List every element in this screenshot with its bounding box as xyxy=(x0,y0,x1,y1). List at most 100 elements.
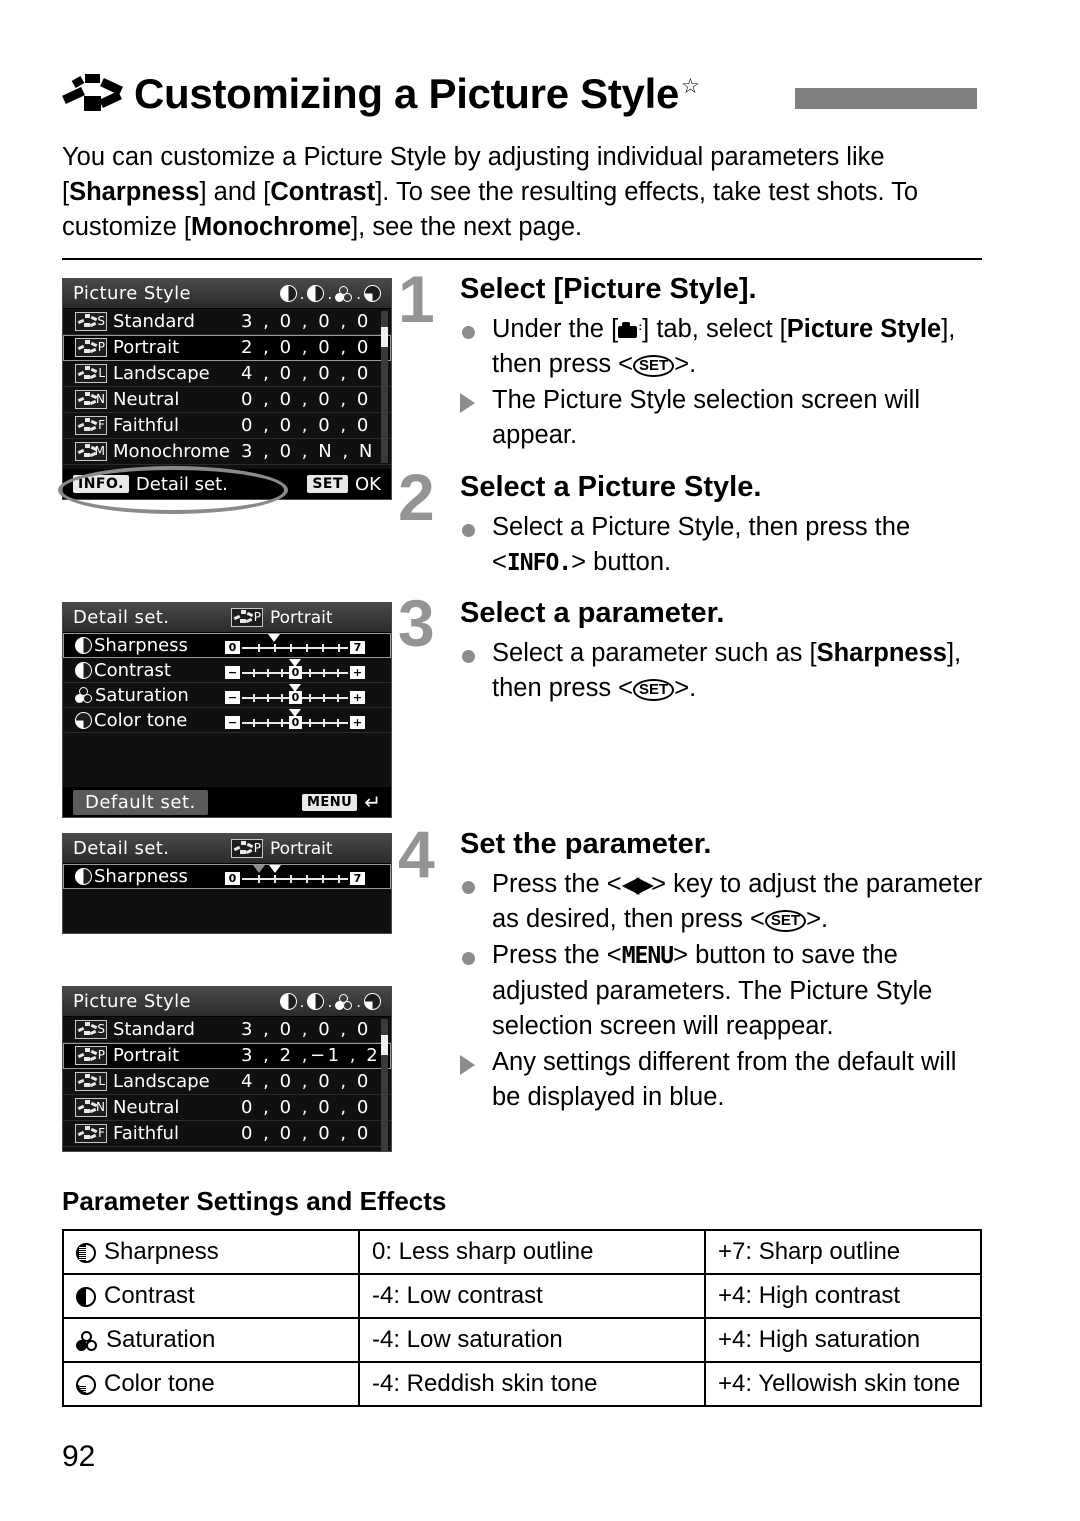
low-value: -4: Low contrast xyxy=(358,1273,706,1319)
sharpness-slider[interactable]: 0 7 xyxy=(225,634,365,656)
intro-paragraph: You can customize a Picture Style by adj… xyxy=(62,143,919,241)
horizontal-rule xyxy=(62,258,982,260)
saturation-icon xyxy=(76,1331,98,1351)
high-value: +4: High contrast xyxy=(704,1273,982,1319)
step-heading: Select [Picture Style]. xyxy=(460,273,757,305)
bullet-dot-icon xyxy=(460,636,492,706)
bullet-dot-icon xyxy=(460,938,492,1044)
style-badge-icon: N xyxy=(75,390,107,409)
high-value: +4: Yellowish skin tone xyxy=(704,1361,982,1407)
star-icon: ☆ xyxy=(681,75,700,98)
list-item[interactable]: L Landscape 4 , 0 , 0 , 0 xyxy=(63,1069,391,1095)
manual-page: Customizing a Picture Style☆ You can cus… xyxy=(0,0,1080,1521)
step-3: 3 Select a parameter. Select a parameter… xyxy=(398,586,983,707)
style-badge-icon: P xyxy=(75,338,107,357)
bullet: Press the <MENU> button to save the adju… xyxy=(460,938,983,1044)
list-item[interactable]: L Landscape 4 , 0 , 0 , 0 xyxy=(63,361,391,387)
param-row-sharpness[interactable]: Sharpness 0 7 xyxy=(63,864,391,889)
step-number: 3 xyxy=(398,586,435,660)
sharpness-icon xyxy=(76,1243,96,1263)
table-row: Sharpness 0: Less sharp outline +7: Shar… xyxy=(62,1229,982,1275)
screen-footer: INFO. Detail set. SET OK xyxy=(63,469,391,499)
step-number: 2 xyxy=(398,460,435,534)
scrollbar-thumb[interactable] xyxy=(381,1035,388,1055)
info-key-icon[interactable]: INFO. xyxy=(73,475,129,493)
style-badge-icon: L xyxy=(75,364,107,383)
color-tone-icon xyxy=(76,1375,96,1395)
step-heading: Select a Picture Style. xyxy=(460,471,762,503)
bullet: Select a parameter such as [Sharpness], … xyxy=(460,636,983,706)
bullet: Any settings different from the default … xyxy=(460,1045,983,1115)
style-badge-icon: S xyxy=(75,1020,107,1039)
style-badge-icon: F xyxy=(75,1124,107,1143)
bullet-dot-icon xyxy=(460,867,492,937)
color-tone-slider[interactable]: − + 0 xyxy=(225,709,365,731)
style-badge-icon: P xyxy=(75,1046,107,1065)
screen-header: Detail set. P Portrait xyxy=(63,603,391,633)
menu-button-icon: MENU xyxy=(621,943,674,969)
saturation-icon xyxy=(75,687,93,703)
list-item[interactable]: S Standard 3 , 0 , 0 , 0 xyxy=(63,1017,391,1043)
table-row: Color tone -4: Reddish skin tone +4: Yel… xyxy=(62,1361,982,1407)
screen-header: Detail set. P Portrait xyxy=(63,834,391,864)
color-tone-icon xyxy=(75,711,92,729)
page-title: Customizing a Picture Style☆ xyxy=(134,70,700,117)
low-value: -4: Low saturation xyxy=(358,1317,706,1363)
high-value: +4: High saturation xyxy=(704,1317,982,1363)
title-gray-bar xyxy=(795,88,977,109)
sharpness-icon xyxy=(75,636,92,654)
slider-marker-previous xyxy=(253,865,265,873)
list-item[interactable]: M Monochrome 3 , 0 , N , N xyxy=(63,439,391,465)
screenshot-detail-set-sharpness: Detail set. P Portrait Sharpness 0 7 xyxy=(62,833,392,934)
param-row-contrast[interactable]: Contrast − + 0 xyxy=(63,658,391,683)
saturation-slider[interactable]: − + 0 xyxy=(225,684,365,706)
table-title: Parameter Settings and Effects xyxy=(62,1186,447,1216)
slider-marker xyxy=(289,659,301,667)
list-item-selected[interactable]: P Portrait 3 , 2 ,−1 , 2 xyxy=(63,1043,391,1069)
style-badge-icon: F xyxy=(75,416,107,435)
list-item[interactable]: F Faithful 0 , 0 , 0 , 0 xyxy=(63,1121,391,1147)
scrollbar-thumb[interactable] xyxy=(381,327,388,347)
camera-tab-icon: : xyxy=(618,322,642,339)
page-number: 92 xyxy=(62,1440,96,1473)
sharpness-icon xyxy=(75,867,92,885)
return-arrow-icon: ↵ xyxy=(364,790,381,814)
left-right-key-icon: ◀▶ xyxy=(621,871,654,897)
table-row: Saturation -4: Low saturation +4: High s… xyxy=(62,1317,982,1363)
contrast-icon xyxy=(75,661,92,679)
param-row-sharpness[interactable]: Sharpness 0 7 xyxy=(63,633,391,658)
style-badge-icon: L xyxy=(75,1072,107,1091)
param-row-saturation[interactable]: Saturation − + 0 xyxy=(63,683,391,708)
screen-header: Picture Style . . . xyxy=(63,279,391,309)
bullet: Select a Picture Style, then press the <… xyxy=(460,510,983,581)
default-set-button[interactable]: Default set. xyxy=(73,789,208,815)
list-item[interactable]: N Neutral 0 , 0 , 0 , 0 xyxy=(63,1095,391,1121)
list-item-selected[interactable]: P Portrait 2 , 0 , 0 , 0 xyxy=(63,335,391,361)
list-item[interactable]: F Faithful 0 , 0 , 0 , 0 xyxy=(63,413,391,439)
bullet: Press the <◀▶> key to adjust the paramet… xyxy=(460,867,983,937)
set-key-icon[interactable]: SET xyxy=(307,475,349,493)
list-item[interactable]: N Neutral 0 , 0 , 0 , 0 xyxy=(63,387,391,413)
screenshot-detail-set: Detail set. P Portrait Sharpness 0 7 Con… xyxy=(62,602,392,818)
screenshot-picture-style-before: Picture Style . . . S Standard 3 , 0 , 0 … xyxy=(62,278,392,500)
screen-header: Picture Style . . . xyxy=(63,987,391,1017)
step-heading: Select a parameter. xyxy=(460,597,725,629)
slider-marker xyxy=(289,709,301,717)
slider-marker xyxy=(289,684,301,692)
list-item[interactable]: S Standard 3 , 0 , 0 , 0 xyxy=(63,309,391,335)
parameter-icons: . . . xyxy=(279,285,381,303)
sharpness-slider[interactable]: 0 7 xyxy=(225,865,365,887)
menu-key-icon[interactable]: MENU xyxy=(301,793,358,811)
step-2: 2 Select a Picture Style. Select a Pictu… xyxy=(398,460,983,582)
table-row: Contrast -4: Low contrast +4: High contr… xyxy=(62,1273,982,1319)
slider-marker xyxy=(268,634,280,642)
style-badge-icon: P xyxy=(231,608,263,627)
style-badge-icon: S xyxy=(75,312,107,331)
step-number: 4 xyxy=(398,817,435,891)
param-row-color-tone[interactable]: Color tone − + 0 xyxy=(63,708,391,733)
step-number: 1 xyxy=(398,262,435,336)
set-button-icon: SET xyxy=(633,355,675,377)
bullet-triangle-icon xyxy=(460,1045,492,1115)
contrast-slider[interactable]: − + 0 xyxy=(225,659,365,681)
picture-style-burst-icon xyxy=(62,72,124,116)
